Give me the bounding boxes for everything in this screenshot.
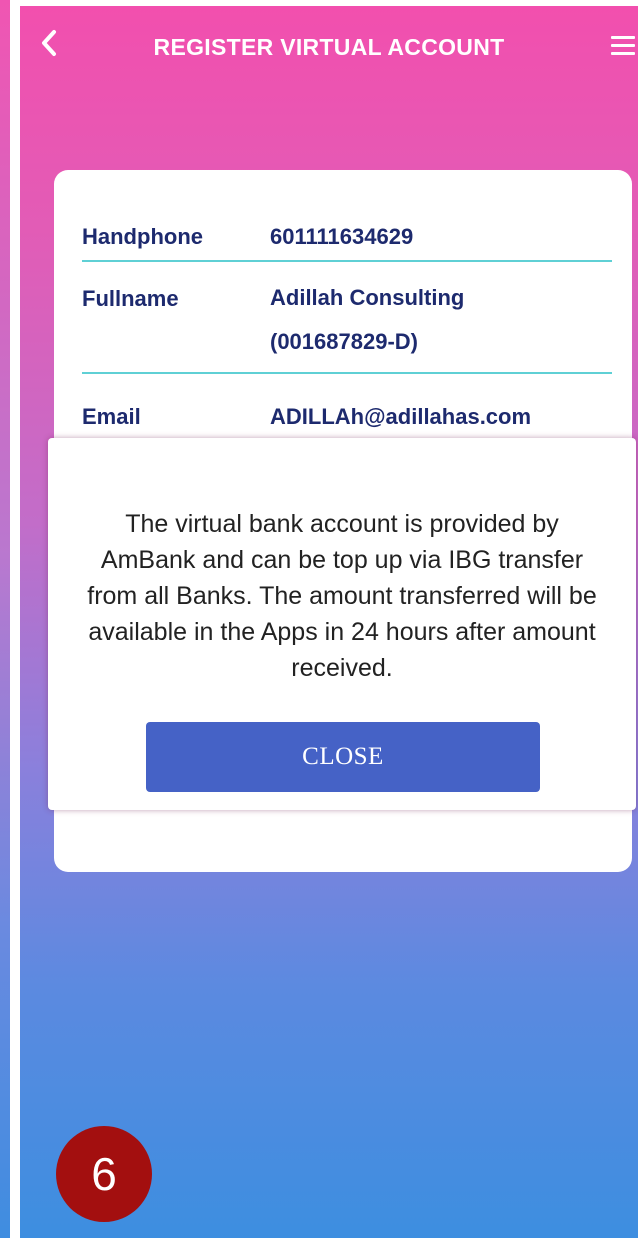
- hamburger-menu-icon[interactable]: [611, 36, 635, 58]
- email-row: Email ADILLAh@adillahas.com: [82, 404, 612, 434]
- app-screen: REGISTER VIRTUAL ACCOUNT Handphone 60111…: [20, 6, 638, 1238]
- dialog-message-line: from all Banks. The amount transferred w…: [87, 582, 597, 610]
- dialog-message-line: AmBank and can be top up via IBG transfe…: [100, 546, 584, 574]
- dialog-message-line: The virtual bank account is provided by: [125, 510, 559, 538]
- step-number-badge: 6: [56, 1126, 152, 1222]
- fullname-line-1: Adillah Consulting: [270, 285, 465, 310]
- fullname-line-2: (001687829-D): [270, 329, 418, 354]
- header-bar: REGISTER VIRTUAL ACCOUNT: [20, 6, 638, 86]
- email-value: ADILLAh@adillahas.com: [270, 404, 532, 429]
- info-dialog: The virtual bank account is provided by …: [48, 438, 636, 810]
- close-button[interactable]: CLOSE: [146, 722, 540, 792]
- chevron-left-icon[interactable]: [38, 28, 60, 58]
- dialog-message-line: available in the Apps in 24 hours after …: [88, 618, 596, 646]
- fullname-label: Fullname: [82, 286, 179, 311]
- fullname-value: Adillah Consulting (001687829-D): [270, 276, 464, 364]
- screenshot-frame: REGISTER VIRTUAL ACCOUNT Handphone 60111…: [0, 0, 638, 1238]
- fullname-row: Fullname Adillah Consulting (001687829-D…: [82, 285, 612, 374]
- handphone-row: Handphone 601111634629: [82, 224, 612, 262]
- page-title: REGISTER VIRTUAL ACCOUNT: [153, 34, 505, 60]
- handphone-label: Handphone: [82, 224, 203, 249]
- email-label: Email: [82, 404, 141, 429]
- handphone-value: 601111634629: [270, 224, 414, 249]
- dialog-message: The virtual bank account is provided by …: [48, 506, 636, 686]
- dialog-message-line: received.: [291, 654, 393, 682]
- adjacent-screen-edge: [0, 0, 10, 1238]
